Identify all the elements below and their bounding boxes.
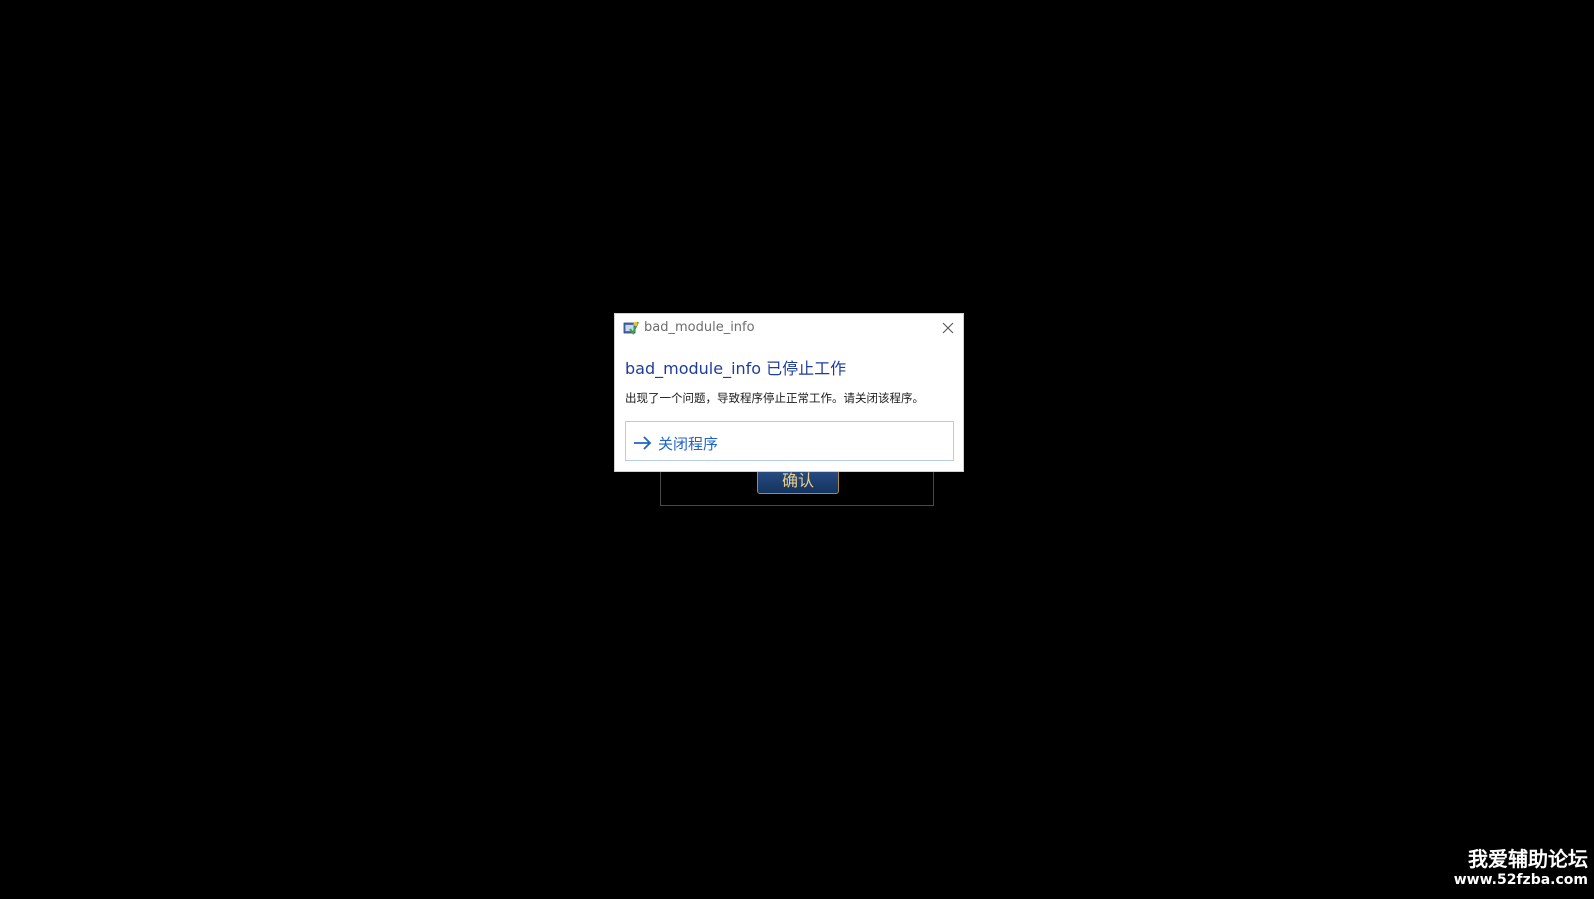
- arrow-right-icon: [633, 435, 653, 450]
- dialog-heading: bad_module_info 已停止工作: [625, 359, 847, 378]
- close-icon[interactable]: [939, 319, 957, 337]
- dialog-window-title: bad_module_info: [644, 320, 755, 335]
- application-icon: [623, 320, 639, 336]
- dialog-message: 出现了一个问题，导致程序停止正常工作。请关闭该程序。: [625, 391, 924, 405]
- error-dialog: bad_module_info bad_module_info 已停止工作 出现…: [614, 313, 964, 472]
- watermark-url: www.52fzba.com: [1453, 872, 1588, 888]
- close-program-label: 关闭程序: [658, 435, 719, 453]
- close-program-button[interactable]: 关闭程序: [625, 421, 954, 461]
- desktop-screen: 确认 bad_module_info bad_module_info 已停止工作…: [0, 0, 1594, 899]
- forum-watermark: 我爱辅助论坛 www.52fzba.com: [1454, 847, 1588, 889]
- dialog-titlebar: bad_module_info: [615, 314, 963, 342]
- watermark-title: 我爱辅助论坛: [1468, 847, 1588, 871]
